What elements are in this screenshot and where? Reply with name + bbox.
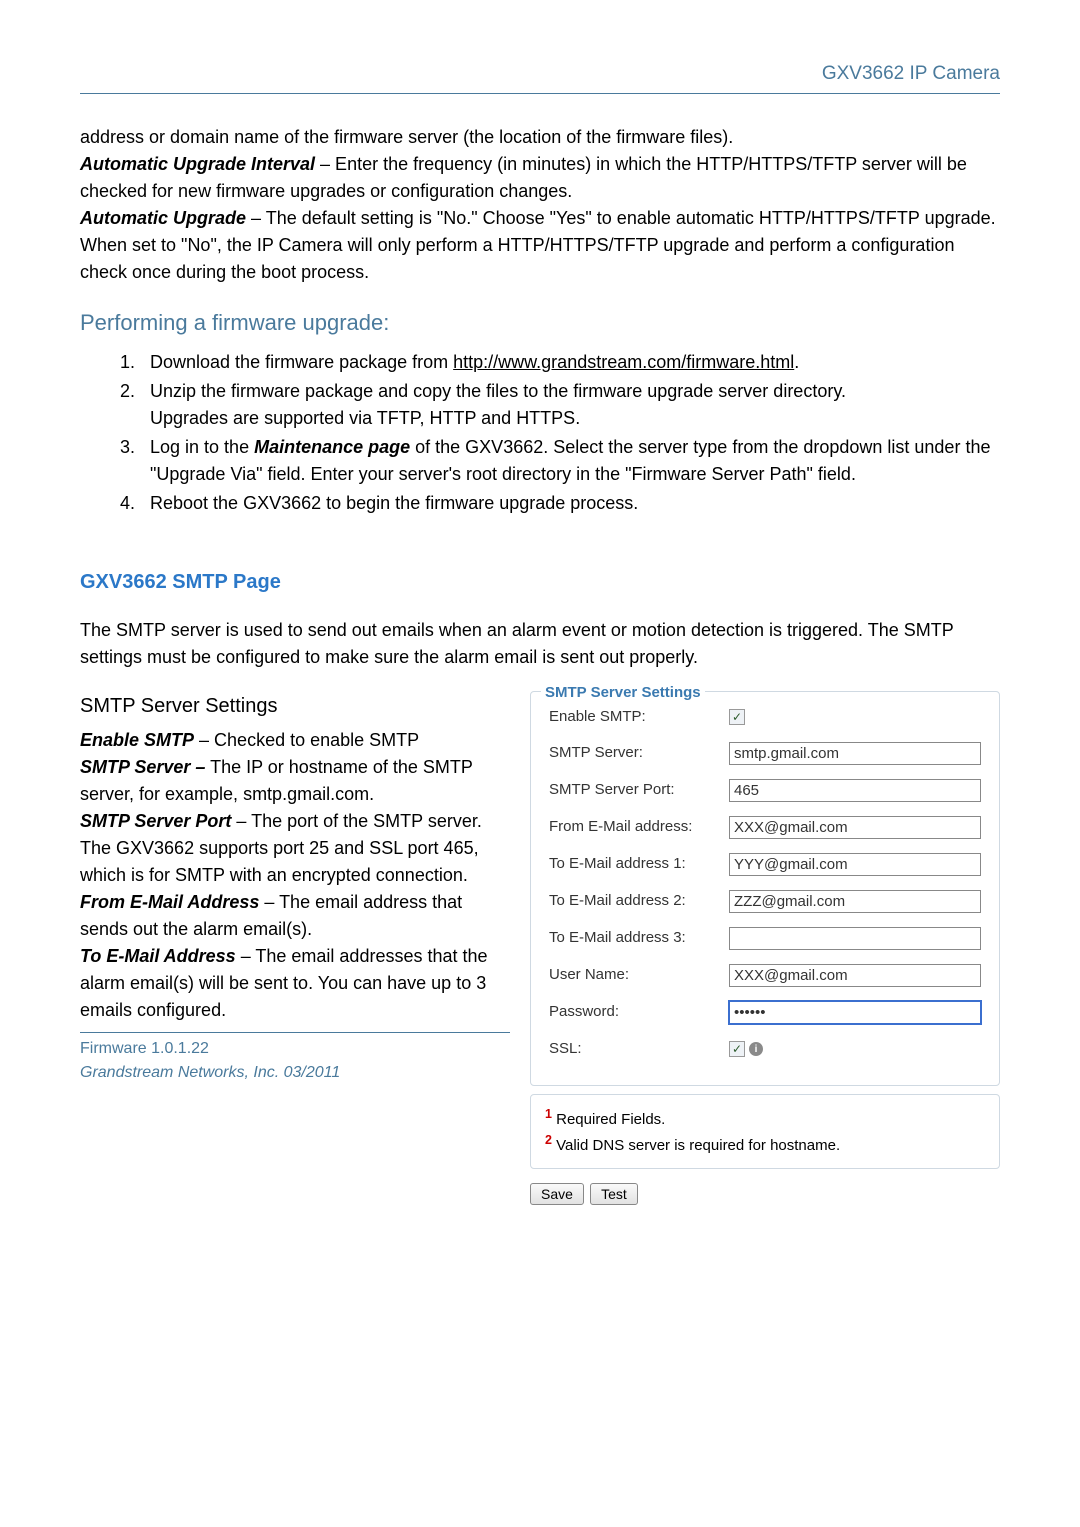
step-3-pre: Log in to the (150, 437, 254, 457)
to-email-1-input[interactable] (729, 853, 981, 876)
desc-to: To E-Mail Address – The email addresses … (80, 943, 510, 1024)
step-4-text: Reboot the GXV3662 to begin the firmware… (150, 493, 638, 513)
label-smtp-port: SMTP Server Port: (549, 779, 729, 802)
note-2-sup: 2 (545, 1133, 552, 1147)
desc-port-label: SMTP Server Port (80, 811, 231, 831)
step-2-text: Unzip the firmware package and copy the … (150, 381, 846, 401)
intro-block: address or domain name of the firmware s… (80, 124, 1000, 286)
smtp-description-column: SMTP Server Settings Enable SMTP – Check… (80, 691, 510, 1207)
desc-server: SMTP Server – The IP or hostname of the … (80, 754, 510, 808)
desc-enable: Enable SMTP – Checked to enable SMTP (80, 727, 510, 754)
note-2: 2 Valid DNS server is required for hostn… (545, 1131, 985, 1158)
enable-smtp-checkbox[interactable]: ✓ (729, 709, 745, 725)
notes-box: 1 Required Fields. 2 Valid DNS server is… (530, 1094, 1000, 1169)
desc-server-label: SMTP Server – (80, 757, 205, 777)
footer-date: 03/2011 (284, 1064, 341, 1081)
header-product: GXV3662 IP Camera (80, 60, 1000, 94)
step-1-pre: Download the firmware package from (150, 352, 453, 372)
label-from-email: From E-Mail address: (549, 816, 729, 839)
step-2-extra: Upgrades are supported via TFTP, HTTP an… (150, 408, 580, 428)
step-1-post: . (794, 352, 799, 372)
step-3-bold: Maintenance page (254, 437, 410, 457)
smtp-subheading: SMTP Server Settings (80, 691, 510, 721)
label-to-email-1: To E-Mail address 1: (549, 853, 729, 876)
desc-to-label: To E-Mail Address (80, 946, 236, 966)
from-email-input[interactable] (729, 816, 981, 839)
note-1-sup: 1 (545, 1107, 552, 1121)
test-button[interactable]: Test (590, 1183, 638, 1205)
desc-port: SMTP Server Port – The port of the SMTP … (80, 808, 510, 889)
save-button[interactable]: Save (530, 1183, 584, 1205)
intro-p1a: address or domain name of the firmware s… (80, 127, 733, 147)
label-user-name: User Name: (549, 964, 729, 987)
intro-upgrade-label: Automatic Upgrade (80, 208, 246, 228)
label-to-email-3: To E-Mail address 3: (549, 927, 729, 950)
footer-line1: Firmware 1.0.1.22 (80, 1037, 510, 1061)
step-1: Download the firmware package from http:… (140, 349, 1000, 376)
label-password: Password: (549, 1001, 729, 1024)
note-1-text: Required Fields. (552, 1111, 665, 1128)
desc-enable-text: – Checked to enable SMTP (194, 730, 419, 750)
footer-company: Grandstream Networks, Inc. (80, 1064, 284, 1081)
smtp-form-panel: SMTP Server Settings Enable SMTP: ✓ SMTP… (530, 691, 1000, 1207)
to-email-2-input[interactable] (729, 890, 981, 913)
step-4: Reboot the GXV3662 to begin the firmware… (140, 490, 1000, 517)
user-name-input[interactable] (729, 964, 981, 987)
firmware-link[interactable]: http://www.grandstream.com/firmware.html (453, 352, 794, 372)
label-smtp-server: SMTP Server: (549, 742, 729, 765)
step-2: Unzip the firmware package and copy the … (140, 378, 1000, 432)
password-input[interactable] (729, 1001, 981, 1024)
desc-from: From E-Mail Address – The email address … (80, 889, 510, 943)
smtp-intro: The SMTP server is used to send out emai… (80, 617, 1000, 671)
label-enable-smtp: Enable SMTP: (549, 706, 729, 729)
smtp-fieldset: SMTP Server Settings Enable SMTP: ✓ SMTP… (530, 691, 1000, 1086)
ssl-checkbox[interactable]: ✓ (729, 1041, 745, 1057)
smtp-page-title: GXV3662 SMTP Page (80, 567, 1000, 597)
to-email-3-input[interactable] (729, 927, 981, 950)
desc-enable-label: Enable SMTP (80, 730, 194, 750)
footer: Firmware 1.0.1.22 Grandstream Networks, … (80, 1032, 510, 1085)
label-ssl: SSL: (549, 1038, 729, 1061)
label-to-email-2: To E-Mail address 2: (549, 890, 729, 913)
firmware-steps: Download the firmware package from http:… (140, 349, 1000, 517)
intro-interval-label: Automatic Upgrade Interval (80, 154, 315, 174)
smtp-legend: SMTP Server Settings (541, 682, 705, 705)
smtp-server-input[interactable] (729, 742, 981, 765)
info-icon[interactable]: i (749, 1042, 763, 1056)
footer-line2: Grandstream Networks, Inc. 03/2011 (80, 1061, 510, 1085)
smtp-port-input[interactable] (729, 779, 981, 802)
note-2-text: Valid DNS server is required for hostnam… (552, 1137, 840, 1154)
desc-from-label: From E-Mail Address (80, 892, 259, 912)
step-3: Log in to the Maintenance page of the GX… (140, 434, 1000, 488)
note-1: 1 Required Fields. (545, 1105, 985, 1132)
firmware-heading: Performing a firmware upgrade: (80, 306, 1000, 339)
